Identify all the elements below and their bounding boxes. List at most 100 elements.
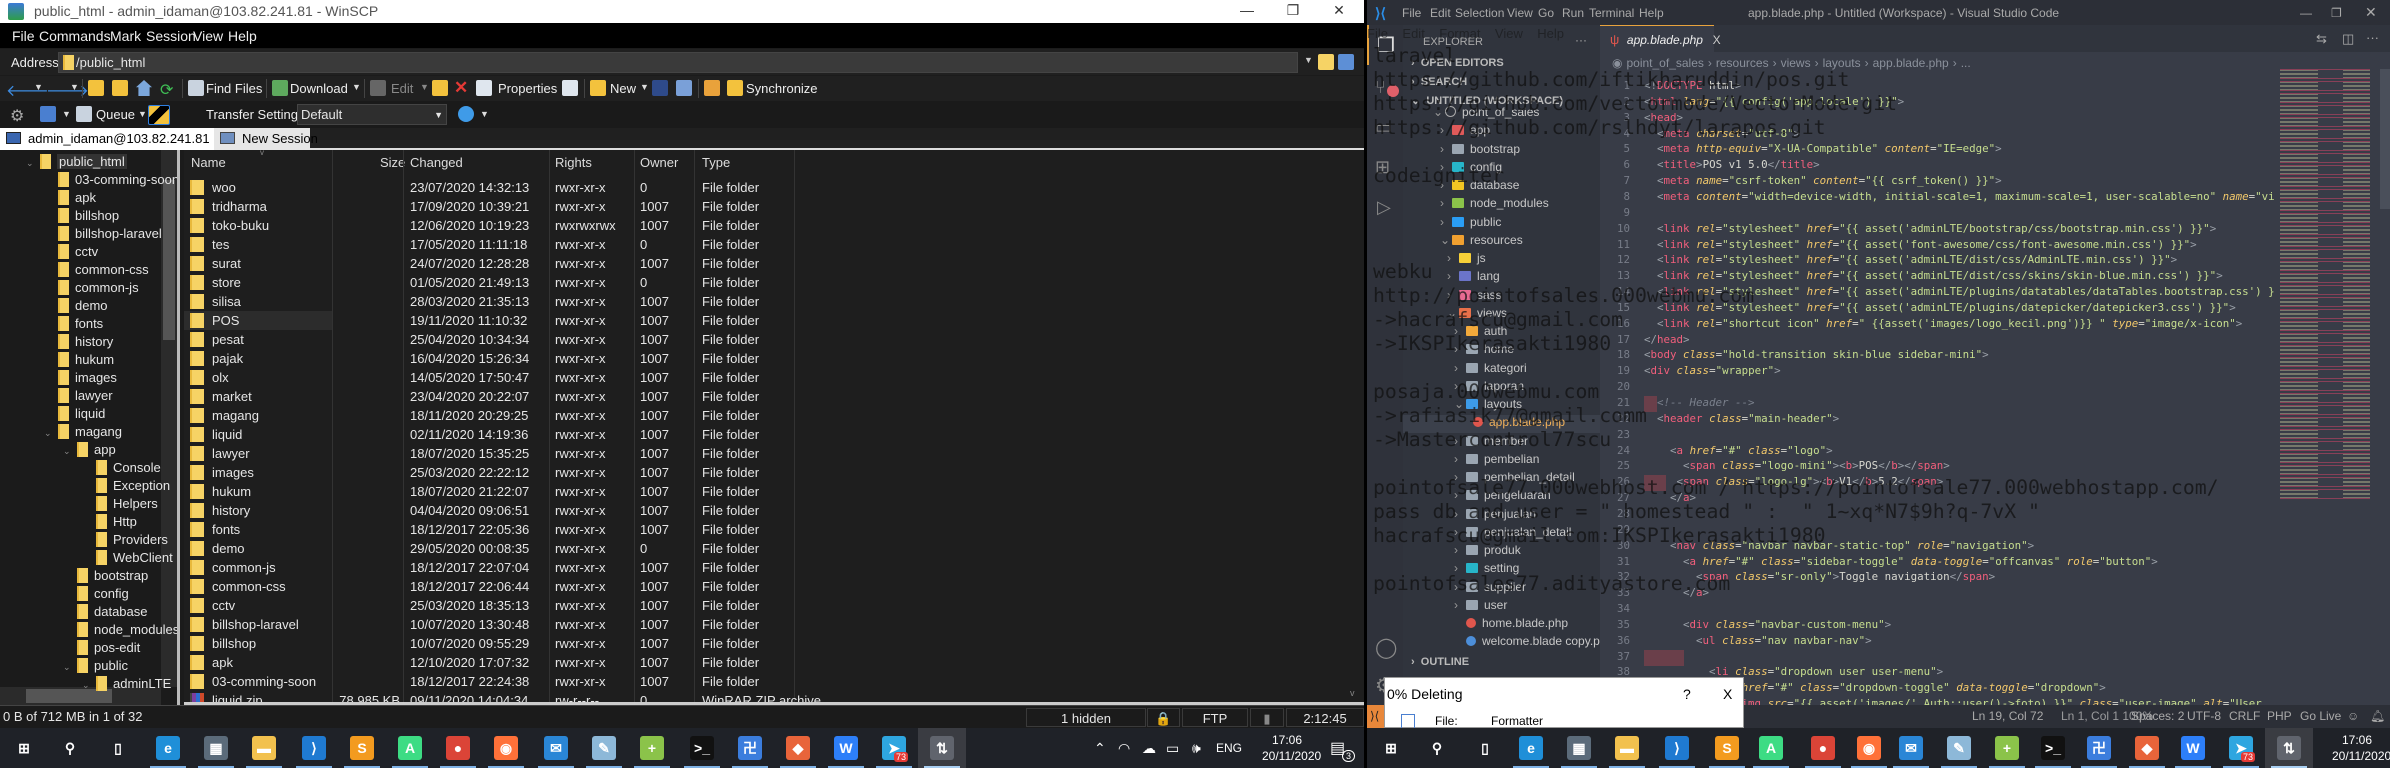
- table-row[interactable]: billshop-laravel 10/07/2020 13:30:48 rwxr-…: [184, 615, 1344, 634]
- editor-more-icon[interactable]: ···: [2366, 30, 2379, 45]
- explorer-item[interactable]: › supplier: [1403, 580, 1600, 598]
- wifi-icon[interactable]: ◠: [1118, 740, 1130, 757]
- tree-item[interactable]: liquid: [44, 406, 105, 424]
- tree-item[interactable]: fonts: [44, 316, 103, 334]
- sublime-icon[interactable]: S: [350, 736, 374, 760]
- notepad-plus-plus-icon[interactable]: +: [640, 736, 664, 760]
- code-line[interactable]: <!DOCTYPE html>: [1644, 79, 1742, 95]
- tree-item[interactable]: node_modules: [63, 622, 177, 640]
- tree-item[interactable]: billshop-laravel: [44, 226, 162, 244]
- explorer-item[interactable]: › public: [1403, 215, 1600, 233]
- explorer-item[interactable]: › node_modules: [1403, 196, 1600, 214]
- mail-icon[interactable]: ✉: [1899, 736, 1923, 760]
- table-row[interactable]: hukum 18/07/2020 21:22:07 rwxr-xr-x 1007 Fil…: [184, 482, 1344, 501]
- tree-scroll-thumb[interactable]: [163, 180, 175, 340]
- find-files-icon[interactable]: [188, 80, 204, 96]
- vs-menu-go[interactable]: Go: [1538, 6, 1554, 20]
- table-row[interactable]: market 23/04/2020 20:22:07 rwxr-xr-x 1007 Fi…: [184, 387, 1344, 406]
- source-control-icon[interactable]: ⑂: [1375, 77, 1386, 98]
- run-debug-icon[interactable]: ▷: [1377, 197, 1391, 218]
- table-row[interactable]: 03-comming-soon 18/12/2017 22:24:38 rwxr-x…: [184, 672, 1344, 691]
- explorer-item[interactable]: › penjualan: [1403, 507, 1600, 525]
- preferences-gear-icon[interactable]: ⚙: [10, 106, 26, 125]
- sublime-icon[interactable]: S: [1715, 736, 1739, 760]
- tree-item[interactable]: ⌄ magang: [44, 424, 122, 442]
- edge-icon[interactable]: e: [1519, 736, 1543, 760]
- code-line[interactable]: <ul class="nav navbar-nav">: [1644, 634, 1872, 650]
- tree-item[interactable]: 03-comming-soon: [44, 172, 177, 190]
- code-line[interactable]: <a href="#" class="logo">: [1644, 444, 1833, 460]
- explorer-item[interactable]: › pembelian: [1403, 452, 1600, 470]
- explorer-item[interactable]: welcome.blade copy.php: [1403, 634, 1613, 652]
- column-owner[interactable]: Owner: [640, 155, 678, 170]
- explorer-item[interactable]: › config: [1403, 160, 1600, 178]
- rename-icon[interactable]: [562, 80, 578, 96]
- go-live-button[interactable]: Go Live: [2300, 709, 2341, 723]
- code-line[interactable]: <meta charset="utf-8">: [1644, 127, 1800, 143]
- synchronize-browsing-icon[interactable]: [704, 80, 720, 96]
- vscode-icon[interactable]: ⟩: [302, 736, 326, 760]
- root-directory-icon[interactable]: [112, 80, 128, 96]
- clock-time[interactable]: 17:06: [2342, 733, 2372, 747]
- tree-item[interactable]: ⌄ public_html: [26, 154, 127, 172]
- minimize-button[interactable]: —: [1232, 2, 1262, 18]
- tree-item[interactable]: database: [63, 604, 148, 622]
- tree-toggle-icon[interactable]: ⌄: [26, 158, 40, 169]
- wps-icon[interactable]: W: [834, 736, 858, 760]
- vs-menu-run[interactable]: Run: [1562, 6, 1584, 20]
- code-line[interactable]: <div class="wrapper">: [1644, 364, 1781, 380]
- tree-toggle-icon[interactable]: ⌄: [63, 446, 77, 457]
- home-icon[interactable]: [136, 80, 152, 96]
- tree-vertical-scrollbar[interactable]: [161, 150, 177, 687]
- git-icon[interactable]: ◆: [2135, 736, 2159, 760]
- code-line[interactable]: <a href="#" class="sidebar-toggle" data-…: [1644, 555, 2158, 571]
- column-size[interactable]: Size: [380, 155, 405, 170]
- code-line[interactable]: </a>: [1644, 586, 1709, 602]
- explorer-item[interactable]: › home: [1403, 342, 1600, 360]
- section-search[interactable]: › SEARCH: [1411, 76, 1467, 88]
- explorer-item[interactable]: › js: [1403, 251, 1600, 269]
- tree-item[interactable]: config: [63, 586, 129, 604]
- column-type[interactable]: Type: [702, 155, 730, 170]
- column-changed[interactable]: Changed: [410, 155, 463, 170]
- new-button[interactable]: New: [610, 81, 636, 96]
- vs-minimize-button[interactable]: —: [2300, 6, 2312, 20]
- tree-item[interactable]: WebClient: [82, 550, 173, 568]
- download-icon[interactable]: [272, 80, 288, 96]
- address-input[interactable]: /public_html: [58, 52, 1298, 73]
- table-row[interactable]: demo 29/05/2020 00:08:35 rwxr-xr-x 0 File fo…: [184, 539, 1344, 558]
- transfer-sync-icon[interactable]: [458, 106, 474, 122]
- notepad-icon[interactable]: ✎: [592, 736, 616, 760]
- store-icon[interactable]: ▦: [1567, 736, 1591, 760]
- np-menu-format[interactable]: Format: [1439, 26, 1480, 41]
- task-view-icon[interactable]: ▯: [106, 736, 130, 760]
- explorer-item[interactable]: ⌄ point_of_sales: [1403, 105, 1600, 123]
- explorer-item[interactable]: app.blade.php: [1403, 415, 1600, 434]
- table-row[interactable]: lawyer 18/07/2020 15:35:25 rwxr-xr-x 1007 Fi…: [184, 444, 1344, 463]
- tree-item[interactable]: ⌄ public: [63, 658, 128, 676]
- store-icon[interactable]: ▦: [204, 736, 228, 760]
- task-view-icon[interactable]: ▯: [1473, 736, 1497, 760]
- explorer-item[interactable]: › lang: [1403, 269, 1600, 287]
- menu-session[interactable]: Session: [146, 28, 196, 44]
- address-dropdown-icon[interactable]: ▼: [1304, 55, 1314, 71]
- table-row[interactable]: history 04/04/2020 09:06:51 rwxr-xr-x 1007 F…: [184, 501, 1344, 520]
- code-line[interactable]: <head>: [1644, 111, 1683, 127]
- tree-item[interactable]: history: [44, 334, 113, 352]
- breadcrumb-item[interactable]: ...: [1961, 56, 1971, 70]
- tree-toggle-icon[interactable]: ⌄: [44, 428, 58, 439]
- code-line[interactable]: <link rel="stylesheet" href="{{ asset('a…: [1644, 253, 2177, 269]
- vs-menu-help[interactable]: Help: [1639, 6, 1664, 20]
- vs-menu-terminal[interactable]: Terminal: [1589, 6, 1634, 20]
- code-line[interactable]: <div class="navbar-custom-menu">: [1644, 618, 1891, 634]
- table-row[interactable]: fonts 18/12/2017 22:05:36 rwxr-xr-x 1007 Fil…: [184, 520, 1344, 539]
- code-line[interactable]: </head>: [1644, 333, 1690, 349]
- chrome-icon[interactable]: ●: [1811, 736, 1835, 760]
- new-icon[interactable]: [590, 80, 606, 96]
- transfer-settings-select[interactable]: Default ▼: [297, 104, 447, 125]
- vs-menu-edit[interactable]: Edit: [1430, 6, 1451, 20]
- code-line[interactable]: <link rel="stylesheet" href="{{ asset('a…: [1644, 222, 2216, 238]
- table-row[interactable]: magang 18/11/2020 20:29:25 rwxr-xr-x 1007 Fi…: [184, 406, 1344, 425]
- code-line[interactable]: <link rel="shortcut icon" href=" {{asset…: [1644, 317, 2242, 333]
- code-line[interactable]: <link rel="stylesheet" href="{{ asset('a…: [1644, 285, 2275, 301]
